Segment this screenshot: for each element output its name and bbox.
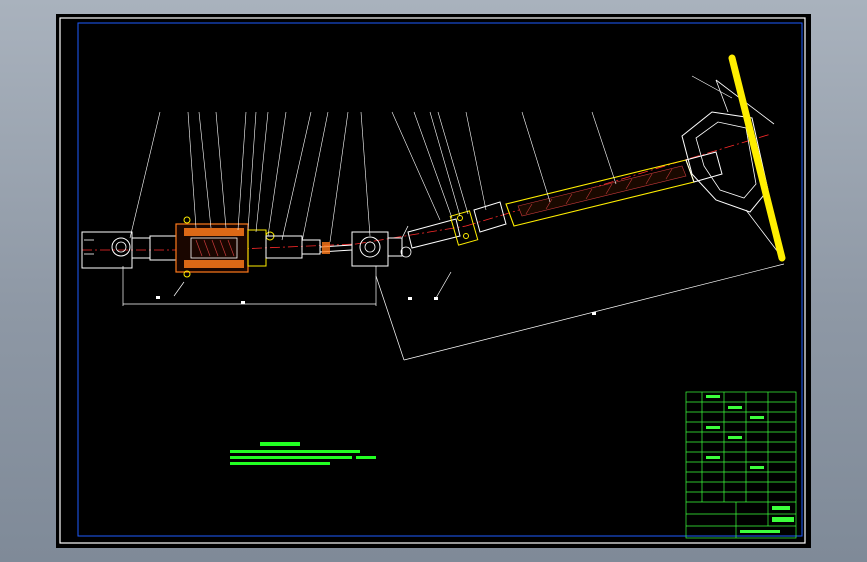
dimension-lines (122, 263, 785, 361)
steering-column-assembly-drawing (59, 17, 806, 544)
steering-wheel (681, 54, 786, 262)
outer-frame (59, 17, 806, 544)
upper-intermediate-shaft (407, 201, 507, 249)
technical-requirements-notes (230, 442, 376, 465)
cad-viewport[interactable] (56, 14, 811, 548)
middle-universal-joint (351, 225, 412, 267)
callout-leaders (129, 75, 733, 243)
steering-wheel-rim-icon (728, 54, 786, 262)
title-block-fill (706, 395, 794, 533)
inner-frame (77, 22, 803, 537)
title-block (685, 391, 797, 539)
intermediate-shaft-housing (149, 216, 353, 278)
